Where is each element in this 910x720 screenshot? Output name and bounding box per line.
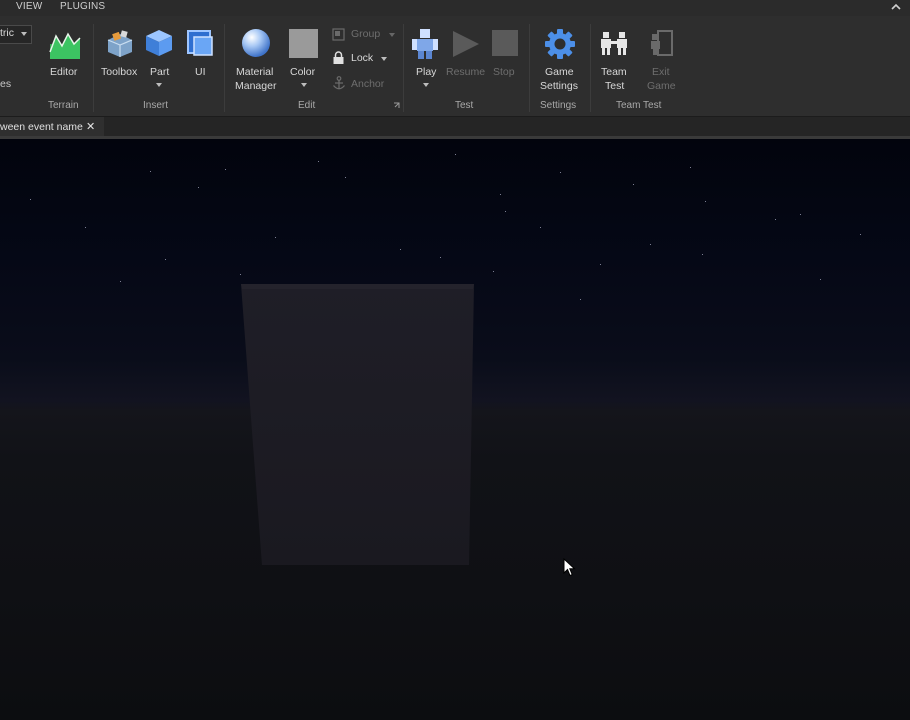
- game-settings-label-1: Game: [545, 66, 574, 78]
- menu-tab-plugins[interactable]: PLUGINS: [60, 1, 105, 12]
- team-icon: [601, 32, 627, 55]
- document-tab[interactable]: ween event name ✕: [0, 117, 104, 137]
- document-tab-strip: ween event name ✕: [0, 116, 910, 137]
- cube-icon: [146, 30, 172, 56]
- 3d-viewport[interactable]: [0, 139, 910, 720]
- group-label-team-test: Team Test: [616, 100, 662, 111]
- anchor-icon: [333, 76, 345, 90]
- gear-icon: [545, 29, 575, 59]
- group-label-test: Test: [455, 100, 474, 111]
- close-icon[interactable]: ✕: [86, 120, 95, 133]
- menu-tab-view[interactable]: VIEW: [16, 1, 42, 12]
- material-manager-label-2: Manager: [235, 80, 277, 92]
- toolbox-label: Toolbox: [101, 66, 138, 78]
- ribbon-divider: [529, 24, 530, 112]
- terrain-editor-label: Editor: [50, 66, 78, 78]
- game-settings-button[interactable]: Game Settings: [537, 26, 583, 96]
- ui-label: UI: [195, 66, 206, 78]
- game-settings-label-2: Settings: [540, 80, 578, 92]
- color-label: Color: [290, 66, 316, 78]
- group-label: Group: [351, 28, 381, 40]
- group-label-settings: Settings: [540, 100, 577, 111]
- lock-icon: [333, 51, 344, 64]
- ribbon-divider: [590, 24, 591, 112]
- color-button[interactable]: Color: [287, 26, 321, 98]
- play-button[interactable]: Play: [408, 26, 444, 98]
- lock-button[interactable]: Lock: [331, 51, 391, 67]
- chevron-down-icon: [21, 32, 27, 36]
- chevron-down-icon: [301, 83, 307, 87]
- exit-game-button[interactable]: Exit Game: [643, 26, 681, 96]
- ui-button[interactable]: UI: [184, 26, 216, 88]
- team-test-label-1: Team: [601, 66, 627, 78]
- expand-corner-icon[interactable]: [393, 102, 400, 109]
- resume-button[interactable]: Resume: [445, 26, 487, 88]
- menu-bar: VIEW PLUGINS: [0, 0, 910, 16]
- part-label: Part: [150, 66, 170, 78]
- ribbon-divider: [403, 24, 404, 112]
- terrain-editor-button[interactable]: Editor: [44, 26, 88, 88]
- anchor-label: Anchor: [351, 78, 385, 90]
- exit-game-label-1: Exit: [652, 66, 670, 78]
- exit-game-icon: [651, 30, 673, 56]
- part-button[interactable]: Part: [143, 26, 175, 98]
- mouse-cursor-icon: [563, 558, 576, 577]
- group-label-insert: Insert: [143, 100, 169, 111]
- lock-label: Lock: [351, 52, 374, 64]
- group-label-terrain: Terrain: [48, 100, 79, 111]
- toolbox-icon: [107, 30, 133, 57]
- chevron-down-icon: [381, 57, 387, 61]
- play-icon: [412, 29, 438, 59]
- play-label: Play: [416, 66, 437, 78]
- chevron-down-icon: [423, 83, 429, 87]
- group-button[interactable]: Group: [331, 27, 397, 43]
- stop-icon: [492, 30, 518, 56]
- material-manager-label-1: Material: [236, 66, 274, 78]
- resume-label: Resume: [446, 66, 486, 78]
- stop-button[interactable]: Stop: [489, 26, 523, 88]
- ribbon-divider: [224, 24, 225, 112]
- ribbon-toolbar: tric es Editor Terrain Toolbox Part UI I…: [0, 16, 910, 116]
- transform-mode-label: tric: [0, 27, 14, 39]
- team-test-button[interactable]: Team Test: [596, 26, 634, 96]
- exit-game-label-2: Game: [647, 80, 676, 92]
- chevron-up-icon[interactable]: [891, 2, 901, 12]
- color-swatch-icon: [289, 29, 318, 58]
- part-block[interactable]: [0, 139, 910, 720]
- toolbox-button[interactable]: Toolbox: [99, 26, 141, 88]
- chevron-down-icon: [156, 83, 162, 87]
- material-manager-button[interactable]: Material Manager: [232, 26, 280, 96]
- resume-icon: [453, 31, 479, 57]
- ui-frame-icon: [187, 30, 213, 56]
- ribbon-divider: [93, 24, 94, 112]
- group-icon: [332, 28, 345, 41]
- chevron-down-icon: [389, 33, 395, 37]
- team-test-label-2: Test: [605, 80, 625, 92]
- sphere-icon: [242, 29, 270, 57]
- transform-mode-dropdown[interactable]: tric: [0, 25, 32, 44]
- document-tab-label: ween event name: [0, 121, 83, 133]
- group-label-edit: Edit: [298, 100, 316, 111]
- partial-side-label: es: [0, 78, 12, 90]
- stop-label: Stop: [493, 66, 515, 78]
- anchor-button[interactable]: Anchor: [331, 76, 391, 92]
- terrain-icon: [49, 32, 81, 59]
